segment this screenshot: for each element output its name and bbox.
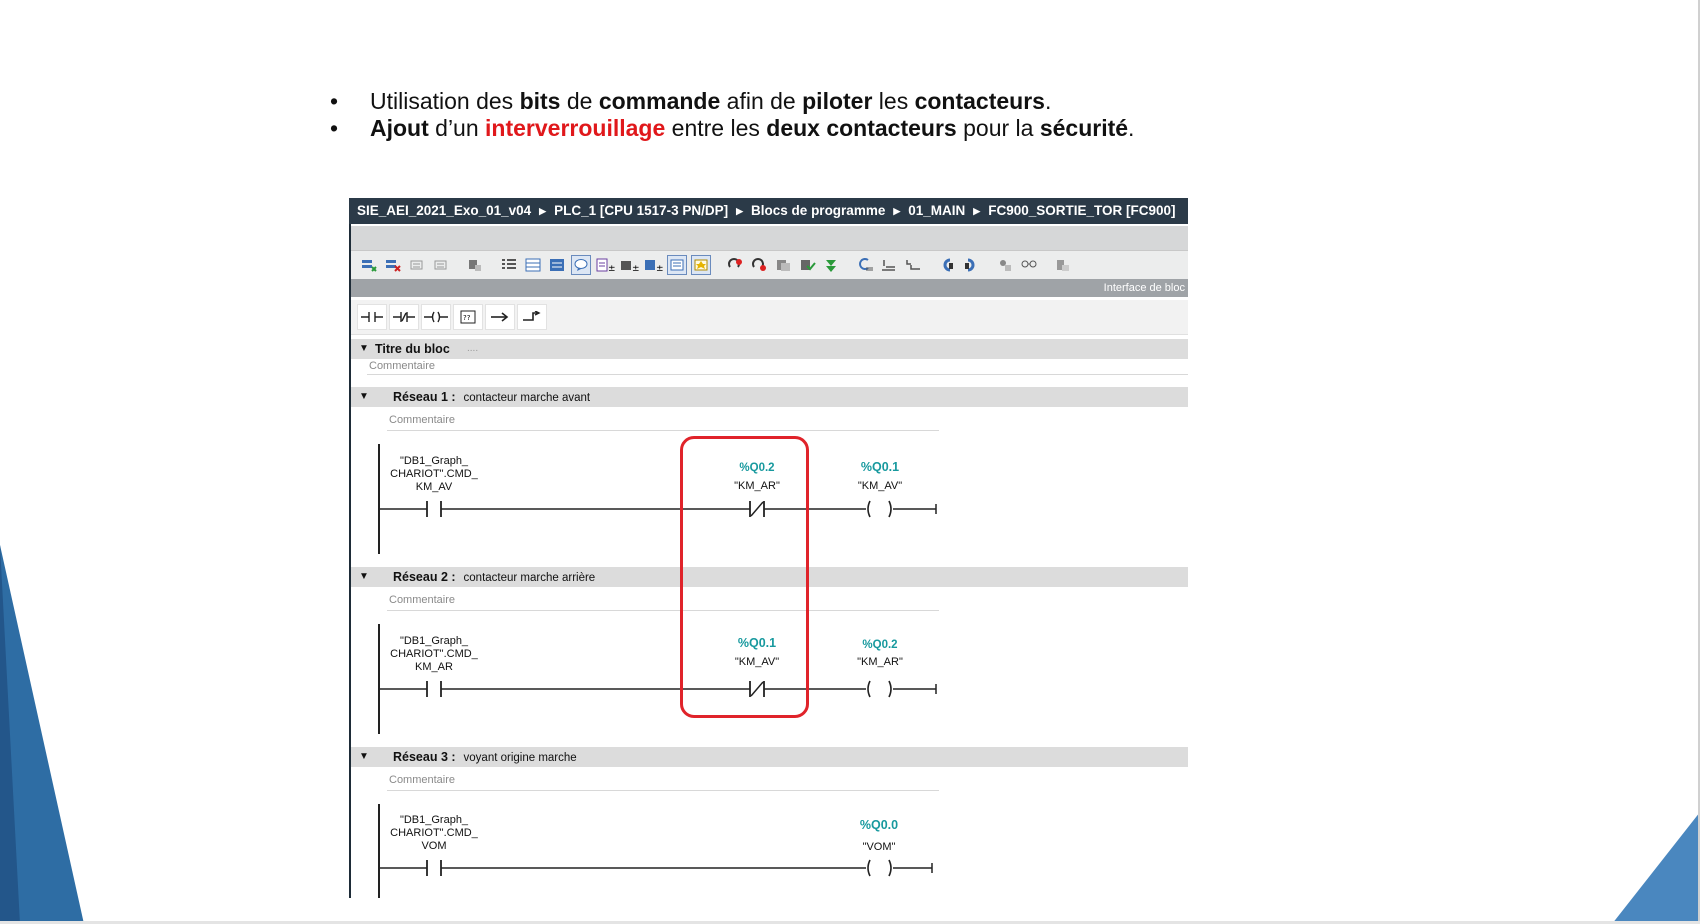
right-blue-triangle <box>1612 812 1700 924</box>
bullet-symbol: • <box>330 115 339 141</box>
bullet-text: . <box>1128 115 1135 141</box>
bullet-text-bold: bits <box>519 88 561 114</box>
bullet-text: d’un <box>428 115 486 141</box>
network-3-contact-label: "DB1_Graph_ CHARIOT".CMD_ VOM <box>379 814 489 853</box>
bullet-item-1: • Utilisation des bits de commande afin … <box>330 88 1134 115</box>
bullet-text-bold: deux contacteurs <box>766 115 957 141</box>
bullet-text: afin de <box>720 88 803 114</box>
bullet-text-bold: contacteurs <box>914 88 1045 114</box>
bullet-text: pour la <box>956 115 1040 141</box>
bullet-text: Utilisation des <box>370 88 520 114</box>
left-blue-shade <box>0 545 20 924</box>
bullet-list: • Utilisation des bits de commande afin … <box>330 88 1134 142</box>
bullet-item-2: • Ajout d’un interverrouillage entre les… <box>330 115 1134 142</box>
bullet-text: les <box>872 88 915 114</box>
network-3-coil-tag: "VOM" <box>862 841 896 853</box>
interlock-highlight-box <box>680 436 809 718</box>
contact-tag-line: VOM <box>421 840 447 852</box>
bullet-text-bold: Ajout <box>370 115 429 141</box>
bullet-text: entre les <box>665 115 767 141</box>
bullet-text: . <box>1044 88 1052 114</box>
contact-tag-line: CHARIOT".CMD_ <box>390 827 478 839</box>
bullet-text-red: interverrouillage <box>485 115 666 141</box>
bullet-text-bold: commande <box>598 88 721 114</box>
bullet-text-bold: piloter <box>802 88 873 114</box>
left-blue-triangle <box>0 545 84 924</box>
bullet-text: de <box>560 88 599 114</box>
contact-tag-line: "DB1_Graph_ <box>399 814 469 826</box>
bullet-text-bold: sécurité <box>1039 115 1129 141</box>
network-3-coil-address: %Q0.0 <box>859 818 899 832</box>
bullet-symbol: • <box>330 88 339 114</box>
